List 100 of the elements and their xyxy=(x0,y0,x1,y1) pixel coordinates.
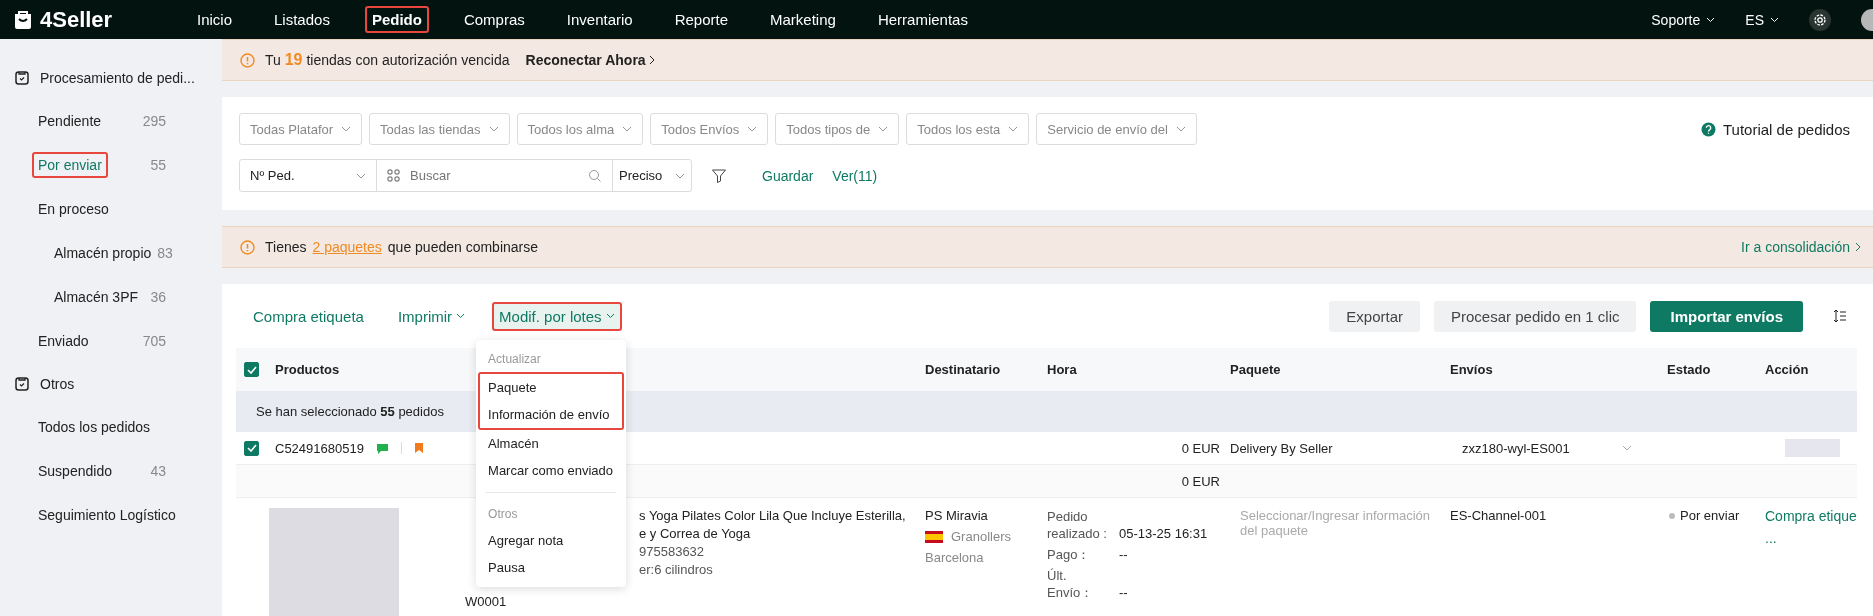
sidebar-item[interactable]: En proceso xyxy=(32,196,115,222)
clipboard-icon xyxy=(14,376,30,392)
shipping-channel: ES-Channel-001 xyxy=(1450,508,1547,523)
item-count: 83 xyxy=(157,245,173,261)
action-button[interactable]: Procesar pedido en 1 clic xyxy=(1434,300,1637,332)
banner-text: Tu 19 tiendas con autorización vencida xyxy=(265,51,510,69)
menu-button[interactable]: Imprimir xyxy=(390,301,473,331)
save-link[interactable]: Guardar xyxy=(762,167,814,184)
nav-tab[interactable]: Reporte xyxy=(667,6,736,33)
order-amount: 0 EUR xyxy=(1181,440,1220,456)
nav-tab[interactable]: Listados xyxy=(267,6,337,33)
warning-icon xyxy=(240,52,255,68)
column-header: Acción xyxy=(1765,362,1809,377)
checkbox[interactable] xyxy=(244,440,259,456)
group-title: Otros xyxy=(40,376,75,392)
menu-section-title: Actualizar xyxy=(487,350,542,368)
nav-tab[interactable]: Pedido xyxy=(364,6,429,33)
time-label: Últ. Envío： xyxy=(1047,567,1095,601)
sort-icon[interactable] xyxy=(1833,309,1847,323)
column-header: Destinatario xyxy=(925,362,1001,377)
filter-icon[interactable] xyxy=(711,167,727,184)
settings-icon[interactable] xyxy=(1809,8,1831,31)
column-header: Estado xyxy=(1667,362,1711,377)
consolidation-link[interactable]: Ir a consolidación xyxy=(1741,239,1867,255)
chevron-down-icon xyxy=(1622,445,1632,451)
buy-label-link[interactable]: Compra etique xyxy=(1765,508,1857,524)
clipboard-icon xyxy=(14,70,30,86)
filter-dropdown[interactable]: Servicio de envío del xyxy=(1036,113,1197,145)
menu-section-title: Otros xyxy=(487,505,519,523)
banner-text: que pueden combinarse xyxy=(387,239,539,255)
action-button[interactable]: Exportar xyxy=(1329,300,1421,332)
package-type: Delivery By Seller xyxy=(1230,440,1333,456)
search-type-dropdown[interactable]: Nº Ped. xyxy=(240,160,377,191)
sidebar-item[interactable]: Pendiente xyxy=(32,108,108,134)
sidebar-item[interactable]: Seguimiento Logístico xyxy=(32,502,182,528)
filter-dropdown[interactable]: Todas Platafor xyxy=(239,113,363,145)
order-id: C52491680519 xyxy=(275,440,364,456)
photo-placeholder xyxy=(1785,439,1840,457)
column-header: Productos xyxy=(275,362,340,377)
column-header: Hora xyxy=(1047,362,1077,377)
chevron-down-icon xyxy=(878,126,889,132)
product-variant: er:6 cilindros xyxy=(639,562,714,577)
menu-item[interactable]: Marcar como enviado xyxy=(478,456,625,484)
warning-icon xyxy=(240,239,255,255)
views-link[interactable]: Ver(11) xyxy=(832,167,878,184)
chevron-down-icon xyxy=(1706,16,1716,23)
search-icon xyxy=(588,168,602,183)
filter-dropdown[interactable]: Todos Envíos xyxy=(650,113,769,145)
shipping-account-select[interactable]: zxz180-wyl-ES001 xyxy=(1450,440,1632,456)
tutorial-link[interactable]: Tutorial de pedidos xyxy=(1722,120,1856,138)
menu-item[interactable]: Almacén xyxy=(478,429,625,457)
filter-dropdown[interactable]: Todos los esta xyxy=(906,113,1030,145)
match-dropdown[interactable]: Preciso xyxy=(613,160,691,191)
menu-item[interactable]: Pausa xyxy=(478,553,625,581)
toolbar-link[interactable]: Compra etiqueta xyxy=(246,301,371,331)
nav-tab[interactable]: Inicio xyxy=(190,6,240,33)
sidebar-item[interactable]: Todos los pedidos xyxy=(32,414,157,440)
product-title: s Yoga Pilates Color Lila Que Incluye Esterilla, xyxy=(639,508,906,523)
menu-item[interactable]: Agregar nota xyxy=(478,526,625,554)
time-label: Pago： xyxy=(1047,546,1092,563)
nav-menu[interactable]: Soporte xyxy=(1651,11,1716,28)
filter-dropdown[interactable]: Todas las tiendas xyxy=(369,113,510,145)
chevron-down-icon xyxy=(341,126,352,132)
menu-item[interactable]: Información de envío xyxy=(478,400,625,430)
checkbox[interactable] xyxy=(244,362,259,377)
message-icon[interactable] xyxy=(375,441,389,455)
bookmark-icon[interactable] xyxy=(413,442,424,454)
nav-menu[interactable]: ES xyxy=(1745,11,1779,28)
sidebar-item[interactable]: Suspendido xyxy=(32,458,118,484)
sidebar-item[interactable]: Almacén 3PF xyxy=(48,284,145,310)
nav-tab[interactable]: Marketing xyxy=(763,6,843,33)
nav-tab[interactable]: Compras xyxy=(456,6,532,33)
menu-item[interactable]: Paquete xyxy=(478,371,625,401)
menu-button[interactable]: Modif. por lotes xyxy=(492,301,622,331)
item-count: 295 xyxy=(142,113,166,129)
chevron-down-icon xyxy=(488,126,499,132)
reconnect-link[interactable]: Reconectar Ahora xyxy=(525,52,655,68)
chevron-down-icon xyxy=(747,126,758,132)
sidebar-item[interactable]: Por enviar xyxy=(32,152,108,178)
time-value: -- xyxy=(1118,546,1128,563)
nav-tab[interactable]: Herramientas xyxy=(870,6,975,33)
help-icon xyxy=(1700,121,1716,137)
sidebar-item[interactable]: Enviado xyxy=(32,328,95,354)
chevron-right-icon xyxy=(648,55,655,65)
action-button[interactable]: Importar envíos xyxy=(1650,300,1803,332)
status-dot xyxy=(1669,513,1675,519)
filter-dropdown[interactable]: Todos tipos de xyxy=(775,113,900,145)
recipient-city: Granollers xyxy=(951,529,1011,544)
filter-dropdown[interactable]: Todos los alma xyxy=(516,113,644,145)
sidebar-item[interactable]: Almacén propio xyxy=(48,240,158,266)
order-status: Por enviar xyxy=(1680,508,1740,523)
time-value: 05-13-25 16:31 xyxy=(1118,525,1208,542)
avatar-icon[interactable] xyxy=(1861,8,1873,31)
banner-text: Tienes xyxy=(265,239,307,255)
recipient-region: Barcelona xyxy=(925,550,984,565)
time-label: Pedido realizado : xyxy=(1047,508,1108,542)
more-link[interactable]: ... xyxy=(1765,530,1777,546)
nav-tab[interactable]: Inventario xyxy=(559,6,640,33)
scan-icon xyxy=(387,169,400,182)
bag-logo-icon xyxy=(12,8,34,31)
